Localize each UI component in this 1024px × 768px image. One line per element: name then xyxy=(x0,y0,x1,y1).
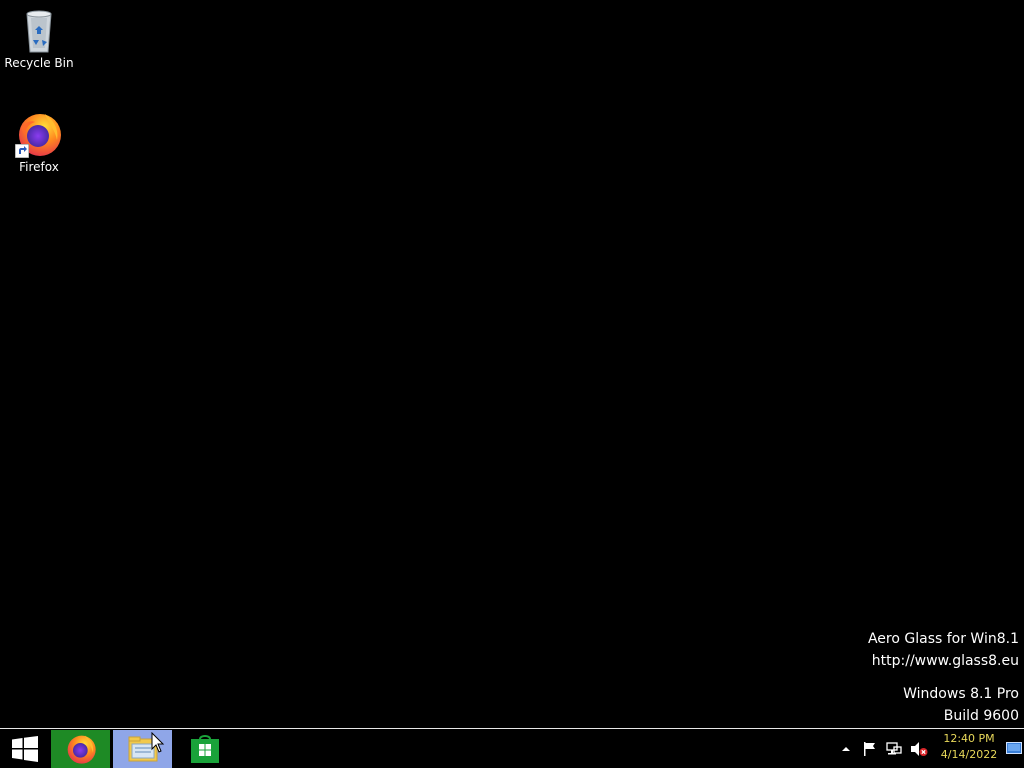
flag-icon xyxy=(864,742,875,756)
start-button[interactable] xyxy=(0,730,50,768)
network-button[interactable] xyxy=(884,730,904,768)
action-center-button[interactable] xyxy=(860,730,880,768)
mouse-cursor-icon xyxy=(151,732,165,753)
speaker-muted-icon xyxy=(911,742,928,756)
desktop-icon-firefox[interactable]: Firefox xyxy=(1,110,77,174)
store-icon xyxy=(190,735,219,763)
desktop-icon-label: Recycle Bin xyxy=(4,56,74,70)
system-clock[interactable]: 12:40 PM 4/14/2022 xyxy=(936,731,1002,763)
desktop-icon-label: Firefox xyxy=(19,160,59,174)
volume-button[interactable] xyxy=(908,730,930,768)
recycle-bin-icon xyxy=(15,6,63,54)
shortcut-arrow-icon xyxy=(15,144,29,158)
aero-glass-watermark: Aero Glass for Win8.1 http://www.glass8.… xyxy=(868,628,1019,672)
desktop-icon-recycle-bin[interactable]: Recycle Bin xyxy=(1,6,77,70)
watermark-build: Build 9600 xyxy=(943,708,1019,724)
watermark-title: Aero Glass for Win8.1 xyxy=(867,631,1019,647)
desktop: Recycle Bin Firefox Aero Glass for Win8.… xyxy=(0,0,1024,728)
watermark-url: http://www.glass8.eu xyxy=(871,653,1019,669)
show-desktop-icon xyxy=(1006,742,1022,754)
clock-time: 12:40 PM xyxy=(943,732,995,745)
show-hidden-icons-button[interactable] xyxy=(838,730,854,768)
show-desktop-button[interactable] xyxy=(1006,739,1022,754)
network-icon xyxy=(886,742,902,755)
clock-date: 4/14/2022 xyxy=(940,748,998,761)
taskbar-store-button[interactable] xyxy=(175,730,234,768)
firefox-icon xyxy=(67,735,96,764)
watermark-edition: Windows 8.1 Pro xyxy=(903,686,1019,702)
windows-version-watermark: Windows 8.1 Pro Build 9600 xyxy=(903,683,1019,727)
chevron-up-icon xyxy=(842,747,850,751)
firefox-icon xyxy=(15,110,63,158)
taskbar-firefox-button[interactable] xyxy=(51,730,110,768)
windows-logo-icon xyxy=(12,736,38,762)
